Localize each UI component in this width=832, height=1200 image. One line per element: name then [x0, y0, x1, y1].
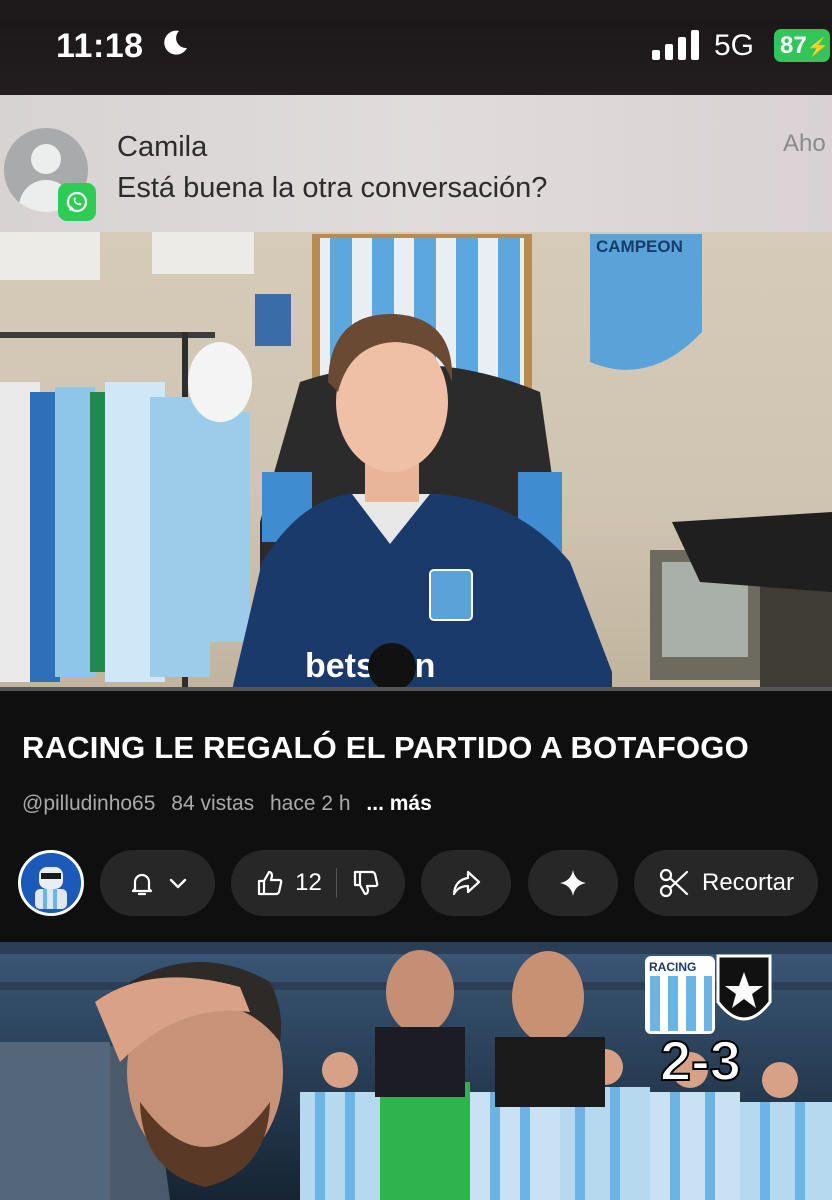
- bell-icon: [131, 873, 152, 896]
- sparkle-icon: [560, 870, 586, 896]
- clip-label: Recortar: [701, 869, 795, 896]
- moon-icon: [164, 30, 187, 55]
- svg-text:CAMPEON: CAMPEON: [596, 237, 683, 256]
- video-frame-illustration: CAMPEON betsson: [0, 232, 832, 690]
- like-dislike-group[interactable]: 12: [231, 850, 405, 916]
- more-link[interactable]: ... más: [366, 792, 431, 815]
- like-divider: [335, 868, 337, 898]
- upload-age: hace 2 h: [269, 792, 351, 815]
- whatsapp-icon: [58, 183, 96, 221]
- signal-icon: [652, 30, 699, 60]
- crest-text: RACING: [649, 960, 697, 974]
- channel-avatar-image: [21, 853, 81, 913]
- channel-avatar[interactable]: [18, 850, 84, 916]
- share-icon: [452, 870, 481, 896]
- status-bar: 11:18 5G 87⚡: [0, 0, 832, 95]
- share-button[interactable]: [421, 850, 511, 916]
- notification-time: Aho: [783, 130, 826, 157]
- clip-button[interactable]: Recortar: [634, 850, 818, 916]
- match-score: 2-3: [659, 1028, 742, 1093]
- thumbs-down-icon[interactable]: [351, 868, 381, 898]
- charging-icon: ⚡: [806, 37, 830, 57]
- channel-handle[interactable]: @pilludinho65: [22, 792, 155, 815]
- video-metadata[interactable]: @pilludinho65 84 vistas hace 2 h ... más: [22, 792, 442, 816]
- battery-level: 87: [780, 32, 807, 59]
- video-progress-bar[interactable]: [0, 687, 832, 691]
- subscribe-notifications-button[interactable]: [100, 850, 215, 916]
- chevron-down-icon: [169, 878, 186, 889]
- ask-ai-button[interactable]: [528, 850, 618, 916]
- status-time: 11:18: [56, 27, 144, 65]
- battery-indicator: 87⚡: [774, 29, 830, 62]
- thumbs-up-icon[interactable]: [255, 868, 285, 898]
- like-count: 12: [295, 869, 322, 896]
- notification-sender: Camila: [117, 131, 208, 163]
- notification-message: Está buena la otra conversación?: [117, 172, 548, 204]
- video-player[interactable]: CAMPEON betsson: [0, 232, 832, 690]
- video-title[interactable]: RACING LE REGALÓ EL PARTIDO A BOTAFOGO: [22, 730, 749, 766]
- view-count: 84 vistas: [171, 792, 255, 815]
- scissors-icon: [659, 868, 689, 898]
- network-type: 5G: [714, 29, 755, 62]
